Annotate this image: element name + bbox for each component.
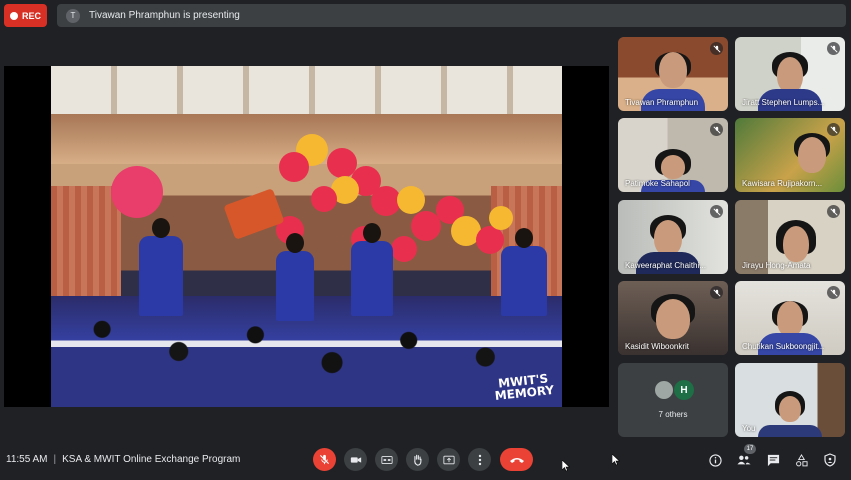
participant-avatar	[654, 380, 674, 400]
photo-curtain-left	[51, 186, 121, 296]
self-view-tile[interactable]: You	[735, 363, 845, 437]
recording-label: REC	[21, 10, 41, 21]
info-icon	[708, 453, 722, 467]
participant-name: Kaweeraphat Chaithi...	[625, 261, 706, 270]
participant-tile[interactable]: Jirayu Hong-Amata	[735, 200, 845, 274]
participant-tile[interactable]: Chutikan Sukboongjit...	[735, 281, 845, 355]
balloon	[279, 152, 309, 182]
participant-name: You	[742, 424, 756, 433]
others-label: 7 others	[658, 410, 688, 419]
performer	[351, 223, 393, 316]
mic-off-icon	[710, 205, 723, 218]
performer	[139, 218, 183, 316]
balloon	[111, 166, 163, 218]
performer	[501, 228, 547, 316]
balloon	[391, 236, 417, 262]
present-screen-icon	[442, 455, 455, 464]
people-icon	[737, 455, 751, 465]
mic-off-icon	[710, 123, 723, 136]
mic-off-icon	[710, 42, 723, 55]
end-call-icon	[509, 457, 524, 463]
presented-photo: MWIT'S MEMORY	[51, 66, 562, 407]
presenting-text: Tivawan Phramphun is presenting	[89, 10, 240, 21]
mic-off-icon	[827, 205, 840, 218]
participant-name: Jirayu Hong-Amata	[742, 261, 811, 270]
host-controls-button[interactable]	[822, 452, 838, 468]
participant-name: Jiratt Stephen Lumps...	[742, 98, 825, 107]
camera-button[interactable]	[344, 448, 367, 471]
mic-off-icon	[710, 286, 723, 299]
leave-call-button[interactable]	[500, 448, 533, 471]
chat-icon	[767, 454, 779, 466]
participant-tile[interactable]: Kaweeraphat Chaithi...	[618, 200, 728, 274]
presenting-banner: T Tivawan Phramphun is presenting	[57, 4, 846, 27]
captions-icon	[380, 455, 393, 464]
meet-window: REC T Tivawan Phramphun is presenting MW…	[0, 0, 851, 480]
people-count-badge: 17	[744, 444, 756, 454]
present-button[interactable]	[437, 448, 460, 471]
info-separator: |	[53, 454, 57, 465]
people-button[interactable]	[736, 452, 752, 468]
mic-off-icon	[319, 454, 330, 465]
activities-shapes-icon	[795, 453, 808, 466]
balloon	[476, 226, 504, 254]
more-options-button[interactable]	[468, 448, 491, 471]
participant-name: Chutikan Sukboongjit...	[742, 342, 825, 351]
balloon	[397, 186, 425, 214]
meeting-info: 11:55 AM | KSA & MWIT Online Exchange Prog…	[6, 454, 240, 465]
mouse-cursor-icon	[612, 454, 620, 466]
mic-off-icon	[827, 286, 840, 299]
balloon	[311, 186, 337, 212]
others-tile[interactable]: H 7 others	[618, 363, 728, 437]
meeting-title: KSA & MWIT Online Exchange Program	[62, 454, 241, 465]
record-icon	[9, 11, 18, 20]
presentation-stage[interactable]: MWIT'S MEMORY	[4, 66, 609, 407]
participant-avatar: H	[674, 380, 694, 400]
meeting-details-button[interactable]	[707, 452, 723, 468]
performer	[276, 233, 314, 321]
bottom-toolbar: 11:55 AM | KSA & MWIT Online Exchange Prog…	[0, 440, 851, 480]
raise-hand-button[interactable]	[406, 448, 429, 471]
camera-icon	[350, 456, 361, 463]
hand-icon	[414, 454, 422, 466]
participant-tile[interactable]: Kawisara Rujipakorn...	[735, 118, 845, 192]
mouse-cursor-icon	[562, 460, 570, 472]
shield-icon	[824, 453, 836, 467]
participant-tile[interactable]: Tivawan Phramphun	[618, 37, 728, 111]
participant-name: Kawisara Rujipakorn...	[742, 179, 823, 188]
mic-off-icon	[827, 42, 840, 55]
participant-name: Kasidit Wiboonkrit	[625, 342, 690, 351]
presenter-avatar: T	[66, 8, 80, 23]
captions-button[interactable]	[375, 448, 398, 471]
participant-tile[interactable]: Kasidit Wiboonkrit	[618, 281, 728, 355]
chat-button[interactable]	[765, 452, 781, 468]
clock-time: 11:55 AM	[6, 454, 48, 465]
photo-watermark: MWIT'S MEMORY	[494, 371, 556, 404]
participant-name: Patimoke Sahapol	[625, 179, 690, 188]
activities-button[interactable]	[793, 452, 809, 468]
more-vert-icon	[478, 454, 481, 465]
microphone-button[interactable]	[313, 448, 336, 471]
balloon	[489, 206, 513, 230]
participant-tile[interactable]: Jiratt Stephen Lumps...	[735, 37, 845, 111]
participant-tile[interactable]: Patimoke Sahapol	[618, 118, 728, 192]
mic-off-icon	[827, 123, 840, 136]
participant-name: Tivawan Phramphun	[625, 98, 699, 107]
recording-badge: REC	[4, 4, 47, 27]
